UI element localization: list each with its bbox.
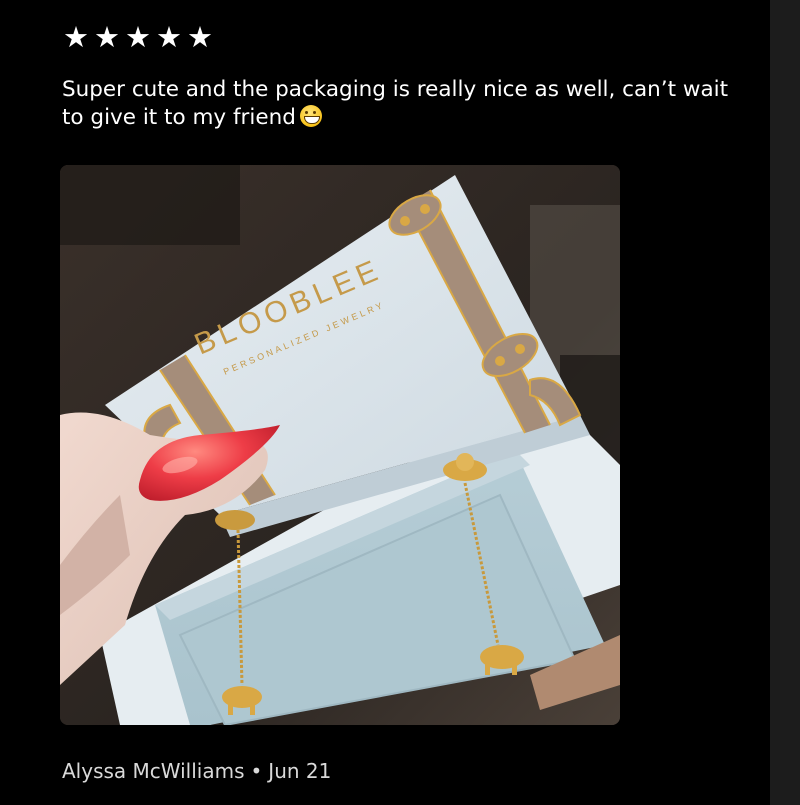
star-icon: ★: [156, 20, 182, 54]
star-icon: ★: [63, 20, 89, 54]
review-photo[interactable]: BLOOBLEE PERSONALIZED JEWELRY: [60, 165, 620, 725]
review-text: Super cute and the packaging is really n…: [62, 77, 729, 130]
review-photo-image: BLOOBLEE PERSONALIZED JEWELRY: [60, 165, 620, 725]
scrollbar-track[interactable]: [770, 0, 800, 805]
review-card: ★ ★ ★ ★ ★ Super cute and the packaging i…: [34, 0, 770, 805]
meta-separator: •: [250, 759, 263, 783]
review-date: Jun 21: [268, 759, 332, 783]
star-icon: ★: [125, 20, 151, 54]
review-meta: Alyssa McWilliams • Jun 21: [62, 758, 331, 784]
left-gutter: [0, 0, 34, 805]
star-rating: ★ ★ ★ ★ ★: [62, 22, 214, 52]
grinning-face-emoji-icon: [299, 105, 322, 127]
star-icon: ★: [94, 20, 120, 54]
review-body: Super cute and the packaging is really n…: [62, 76, 752, 132]
reviewer-name[interactable]: Alyssa McWilliams: [62, 759, 245, 783]
star-icon: ★: [187, 20, 213, 54]
